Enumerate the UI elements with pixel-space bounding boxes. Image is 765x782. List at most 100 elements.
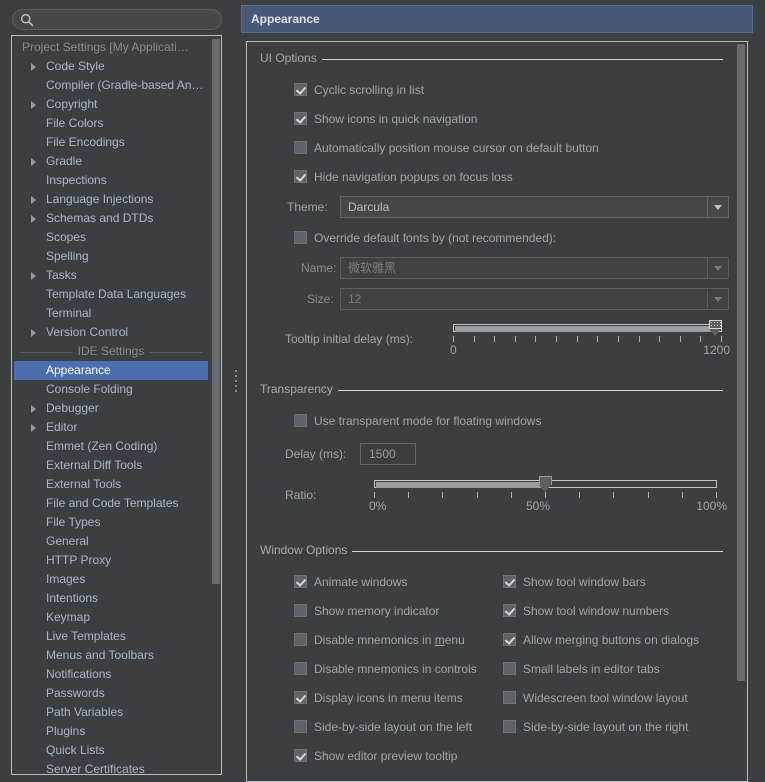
sidebar-item-language-injections[interactable]: Language Injections <box>12 190 210 209</box>
font-name-dropdown[interactable]: 微软雅黑 <box>340 257 729 279</box>
slider-thumb[interactable] <box>709 320 722 337</box>
sidebar-item-copyright[interactable]: Copyright <box>12 95 210 114</box>
checkbox-animate-windows[interactable] <box>294 575 307 588</box>
sidebar-item-http-proxy[interactable]: HTTP Proxy <box>12 551 210 570</box>
chevron-right-icon[interactable] <box>31 272 36 280</box>
search-input[interactable] <box>38 10 213 29</box>
checkbox-show-memory-indicator[interactable] <box>294 604 307 617</box>
checkbox-label: Show memory indicator <box>314 604 440 618</box>
checkbox-label: Override default fonts by (not recommend… <box>314 231 557 245</box>
sidebar-item-file-colors[interactable]: File Colors <box>12 114 210 133</box>
checkbox-show-editor-preview-tooltip[interactable] <box>294 749 307 762</box>
checkbox-side-by-side-layout-on-the-left[interactable] <box>294 720 307 733</box>
sidebar-item-notifications[interactable]: Notifications <box>12 665 210 684</box>
checkbox-transparent-mode[interactable] <box>294 414 307 427</box>
sidebar-item-intentions[interactable]: Intentions <box>12 589 210 608</box>
checkbox-label: Hide navigation popups on focus loss <box>314 170 513 184</box>
sidebar-item-keymap[interactable]: Keymap <box>12 608 210 627</box>
sidebar-item-server-certificates[interactable]: Server Certificates <box>12 760 210 774</box>
sidebar-item-file-types[interactable]: File Types <box>12 513 210 532</box>
sidebar-item-scopes[interactable]: Scopes <box>12 228 210 247</box>
sidebar-item-plugins[interactable]: Plugins <box>12 722 210 741</box>
sidebar-item-spelling[interactable]: Spelling <box>12 247 210 266</box>
sidebar-item-external-diff-tools[interactable]: External Diff Tools <box>12 456 210 475</box>
sidebar-item-live-templates[interactable]: Live Templates <box>12 627 210 646</box>
checkbox-label: Side-by-side layout on the left <box>314 720 473 734</box>
sidebar-item-path-variables[interactable]: Path Variables <box>12 703 210 722</box>
checkbox-side-by-side-layout-on-the-right[interactable] <box>503 720 516 733</box>
sidebar-item-version-control[interactable]: Version Control <box>12 323 210 342</box>
sidebar-item-console-folding[interactable]: Console Folding <box>12 380 210 399</box>
checkbox-display-icons-in-menu-items[interactable] <box>294 691 307 704</box>
checkbox-label: Show tool window bars <box>523 575 646 589</box>
checkbox-cyclic-scrolling[interactable] <box>294 83 307 96</box>
chevron-right-icon[interactable] <box>31 196 36 204</box>
sidebar-item-label: Intentions <box>46 591 99 605</box>
sidebar-item-emmet-zen-coding[interactable]: Emmet (Zen Coding) <box>12 437 210 456</box>
sidebar-item-inspections[interactable]: Inspections <box>12 171 210 190</box>
checkbox-disable-mnemonics-in-controls[interactable] <box>294 662 307 675</box>
sidebar-item-compiler-gradle-based-an[interactable]: Compiler (Gradle-based An… <box>12 76 210 95</box>
sidebar-item-code-style[interactable]: Code Style <box>12 57 210 76</box>
chevron-down-icon[interactable] <box>707 197 728 217</box>
sidebar-item-external-tools[interactable]: External Tools <box>12 475 210 494</box>
settings-tree[interactable]: Project Settings [My Applicati… Code Styl… <box>12 36 210 774</box>
chevron-right-icon[interactable] <box>31 405 36 413</box>
chevron-right-icon[interactable] <box>31 101 36 109</box>
checkbox-small-labels-in-editor-tabs[interactable] <box>503 662 516 675</box>
search-icon <box>20 13 34 27</box>
checkbox-label: Show editor preview tooltip <box>314 749 458 763</box>
checkbox-widescreen-tool-window-layout[interactable] <box>503 691 516 704</box>
pane-splitter[interactable] <box>232 0 241 782</box>
sidebar-item-file-encodings[interactable]: File Encodings <box>12 133 210 152</box>
sidebar-item-schemas-and-dtds[interactable]: Schemas and DTDs <box>12 209 210 228</box>
slider-thumb[interactable] <box>539 476 552 493</box>
checkbox-show-tool-window-bars[interactable] <box>503 575 516 588</box>
sidebar-item-images[interactable]: Images <box>12 570 210 589</box>
sidebar-item-editor[interactable]: Editor <box>12 418 210 437</box>
sidebar-item-gradle[interactable]: Gradle <box>12 152 210 171</box>
checkbox-label: Show tool window numbers <box>523 604 670 618</box>
sidebar-scrollbar-thumb[interactable] <box>212 39 220 584</box>
sidebar-scrollbar[interactable] <box>211 37 220 773</box>
search-box[interactable] <box>12 9 222 30</box>
sidebar-item-menus-and-toolbars[interactable]: Menus and Toolbars <box>12 646 210 665</box>
checkbox-show-icons-quick-nav[interactable] <box>294 112 307 125</box>
checkbox-allow-merging-buttons-on-dialogs[interactable] <box>503 633 516 646</box>
detail-scrollbar[interactable] <box>736 43 746 780</box>
sidebar-item-tasks[interactable]: Tasks <box>12 266 210 285</box>
slider-ticks <box>374 492 717 499</box>
chevron-right-icon[interactable] <box>31 158 36 166</box>
checkbox-label: Widescreen tool window layout <box>523 691 688 705</box>
theme-dropdown[interactable]: Darcula <box>340 196 729 218</box>
font-size-label: Size: <box>307 292 334 306</box>
sidebar-item-general[interactable]: General <box>12 532 210 551</box>
checkbox-show-tool-window-numbers[interactable] <box>503 604 516 617</box>
checkbox-auto-position-cursor[interactable] <box>294 141 307 154</box>
sidebar-item-terminal[interactable]: Terminal <box>12 304 210 323</box>
checkbox-disable-mnemonics-in-enu[interactable] <box>294 633 307 646</box>
checkbox-override-fonts[interactable] <box>294 231 307 244</box>
ratio-slider[interactable]: 0% 50% 100% <box>369 476 727 520</box>
sidebar-item-debugger[interactable]: Debugger <box>12 399 210 418</box>
detail-scrollbar-thumb[interactable] <box>737 44 745 681</box>
page-title: Appearance <box>241 5 753 33</box>
slider-track <box>453 324 722 332</box>
chevron-right-icon[interactable] <box>31 424 36 432</box>
tooltip-delay-slider[interactable]: 0 1200 <box>450 320 730 364</box>
checkbox-hide-nav-popups[interactable] <box>294 170 307 183</box>
sidebar-item-appearance[interactable]: Appearance <box>14 361 208 380</box>
font-size-dropdown[interactable]: 12 <box>340 288 729 310</box>
sidebar-item-file-and-code-templates[interactable]: File and Code Templates <box>12 494 210 513</box>
sidebar-item-passwords[interactable]: Passwords <box>12 684 210 703</box>
transparency-delay-field[interactable]: 1500 <box>360 443 416 465</box>
chevron-right-icon[interactable] <box>31 215 36 223</box>
sidebar-group-project-settings: Project Settings [My Applicati… <box>22 40 189 54</box>
chevron-right-icon[interactable] <box>31 63 36 71</box>
sidebar-item-label: Keymap <box>46 610 91 624</box>
sidebar-item-quick-lists[interactable]: Quick Lists <box>12 741 210 760</box>
chevron-down-icon[interactable] <box>707 258 728 278</box>
sidebar-item-template-data-languages[interactable]: Template Data Languages <box>12 285 210 304</box>
chevron-down-icon[interactable] <box>707 289 728 309</box>
chevron-right-icon[interactable] <box>31 329 36 337</box>
